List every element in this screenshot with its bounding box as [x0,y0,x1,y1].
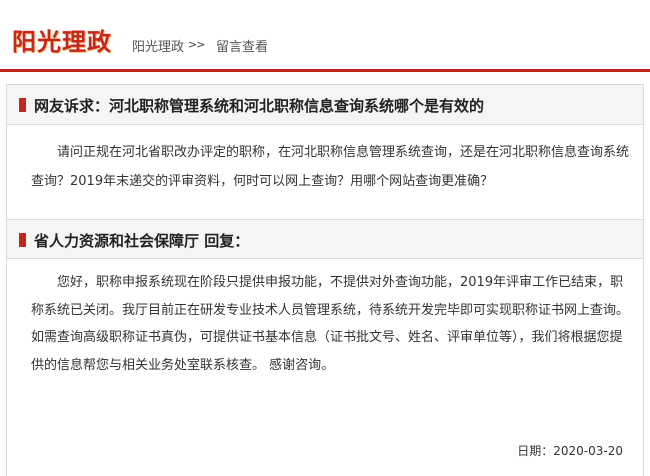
question-title: 网友诉求：河北职称管理系统和河北职称信息查询系统哪个是有效的 [34,97,485,115]
reply-header: 省人力资源和社会保障厅 回复： [7,219,643,259]
breadcrumb-separator: >> [188,38,205,51]
breadcrumb-current: 留言查看 [216,40,269,55]
message-card: 网友诉求：河北职称管理系统和河北职称信息查询系统哪个是有效的 请问正规在河北省职… [6,84,644,476]
breadcrumb-home-link[interactable]: 阳光理政 [132,36,184,55]
site-header: 阳光理政 阳光理政 >> 留言查看 [0,0,650,72]
question-header: 网友诉求：河北职称管理系统和河北职称信息查询系统哪个是有效的 [7,85,643,125]
question-body: 请问正规在河北省职改办评定的职称，在河北职称信息管理系统查询，还是在河北职称信息… [31,145,630,189]
reply-date: 日期：2020-03-20 [517,444,623,458]
reply-title: 省人力资源和社会保障厅 回复： [34,232,250,250]
section-marker-icon [19,98,26,112]
reply-body: 您好，职称申报系统现在阶段只提供申报功能，不提供对外查询功能，2019年评审工作… [31,275,630,373]
section-marker-icon [19,233,26,247]
site-logo[interactable]: 阳光理政 [12,22,112,57]
